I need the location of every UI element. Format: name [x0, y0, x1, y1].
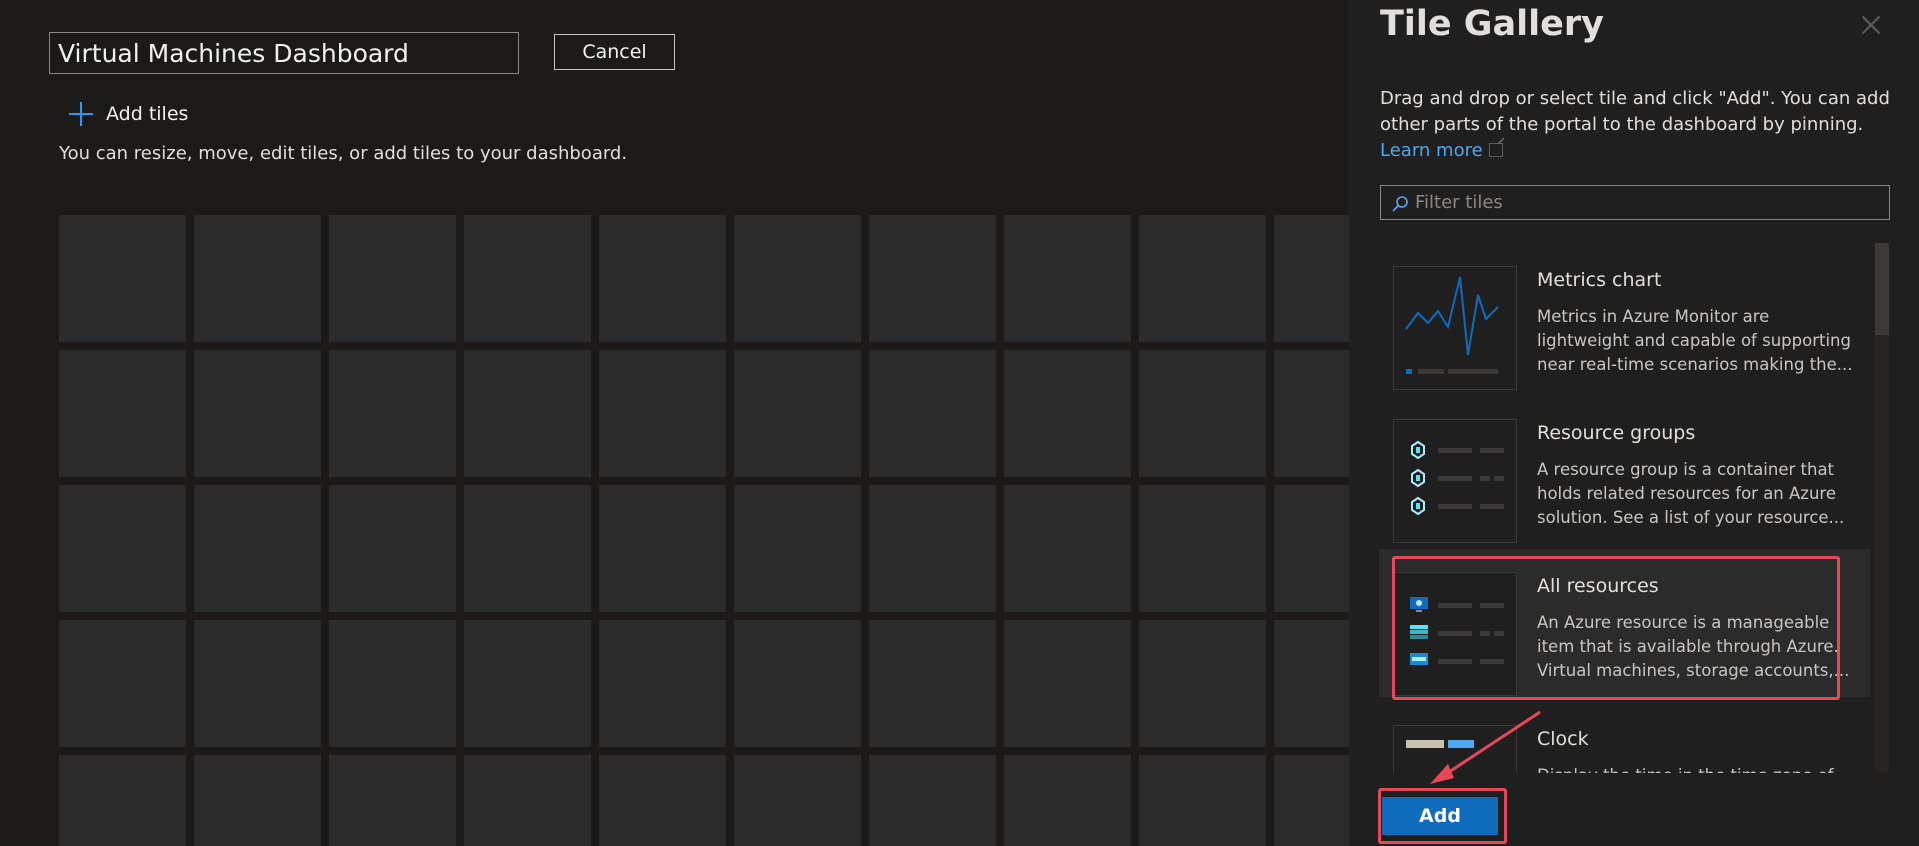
- tile-list-scrollbar[interactable]: [1875, 243, 1889, 773]
- grid-cell[interactable]: [599, 350, 726, 477]
- scrollbar-thumb[interactable]: [1875, 243, 1889, 335]
- grid-cell[interactable]: [869, 620, 996, 747]
- tile-description: Display the time in the time zone of...: [1537, 764, 1857, 773]
- grid-cell[interactable]: [1139, 755, 1266, 846]
- add-button[interactable]: Add: [1382, 797, 1498, 835]
- tile-resource-groups[interactable]: Resource groups A resource group is a co…: [1379, 396, 1870, 544]
- search-icon: [1392, 196, 1408, 212]
- grid-cell[interactable]: [329, 755, 456, 846]
- grid-cell[interactable]: [1274, 755, 1349, 846]
- grid-cell[interactable]: [599, 620, 726, 747]
- tile-name: Metrics chart: [1537, 269, 1662, 291]
- app-root: Cancel Add tiles You can resize, move, e…: [0, 0, 1919, 846]
- tile-metrics-chart[interactable]: Metrics chart Metrics in Azure Monitor a…: [1379, 243, 1870, 391]
- grid-cell[interactable]: [194, 755, 321, 846]
- add-tiles-button[interactable]: Add tiles: [68, 99, 188, 129]
- grid-cell[interactable]: [1274, 350, 1349, 477]
- filter-tiles-input[interactable]: [1415, 186, 1885, 219]
- resource-groups-thumbnail-icon: [1393, 419, 1517, 543]
- grid-cell[interactable]: [194, 620, 321, 747]
- grid-cell[interactable]: [1004, 350, 1131, 477]
- description-text: Drag and drop or select tile and click "…: [1380, 88, 1890, 135]
- grid-cell[interactable]: [59, 215, 186, 342]
- external-link-icon: [1488, 143, 1503, 157]
- grid-cell[interactable]: [194, 485, 321, 612]
- grid-cell[interactable]: [599, 755, 726, 846]
- grid-cell[interactable]: [464, 485, 591, 612]
- grid-cell[interactable]: [1274, 620, 1349, 747]
- grid-cell[interactable]: [869, 350, 996, 477]
- dashboard-title-input[interactable]: [49, 32, 519, 74]
- grid-cell[interactable]: [59, 350, 186, 477]
- grid-cell[interactable]: [734, 485, 861, 612]
- cancel-button[interactable]: Cancel: [554, 34, 675, 70]
- tile-name: Resource groups: [1537, 422, 1696, 444]
- tile-description: Metrics in Azure Monitor are lightweight…: [1537, 307, 1853, 374]
- close-icon[interactable]: [1856, 10, 1886, 40]
- grid-cell[interactable]: [464, 620, 591, 747]
- grid-cell[interactable]: [329, 350, 456, 477]
- learn-more-link[interactable]: Learn more: [1380, 140, 1483, 161]
- add-tiles-label: Add tiles: [106, 103, 189, 125]
- tile-all-resources[interactable]: All resources An Azure resource is a man…: [1379, 549, 1870, 697]
- tile-clock[interactable]: Clock Display the time in the time zone …: [1379, 702, 1870, 773]
- grid-cell[interactable]: [329, 215, 456, 342]
- tile-description: An Azure resource is a manageable item t…: [1537, 613, 1850, 680]
- grid-cell[interactable]: [1004, 485, 1131, 612]
- grid-cell[interactable]: [599, 485, 726, 612]
- panel-description: Drag and drop or select tile and click "…: [1380, 86, 1890, 164]
- grid-cell[interactable]: [1004, 215, 1131, 342]
- grid-cell[interactable]: [1004, 755, 1131, 846]
- grid-cell[interactable]: [329, 485, 456, 612]
- tile-name: Clock: [1537, 728, 1589, 750]
- grid-cell[interactable]: [464, 215, 591, 342]
- grid-cell[interactable]: [464, 755, 591, 846]
- grid-cell[interactable]: [1139, 485, 1266, 612]
- tile-name: All resources: [1537, 575, 1659, 597]
- grid-cell[interactable]: [734, 215, 861, 342]
- panel-title: Tile Gallery: [1380, 4, 1604, 44]
- grid-cell[interactable]: [194, 215, 321, 342]
- metrics-chart-thumbnail-icon: [1393, 266, 1517, 390]
- editor-hint: You can resize, move, edit tiles, or add…: [59, 143, 628, 164]
- clock-thumbnail-icon: [1393, 725, 1517, 773]
- grid-cell[interactable]: [59, 620, 186, 747]
- grid-cell[interactable]: [1139, 350, 1266, 477]
- grid-cell[interactable]: [1274, 215, 1349, 342]
- grid-cell[interactable]: [1139, 620, 1266, 747]
- grid-cell[interactable]: [869, 485, 996, 612]
- grid-cell[interactable]: [1274, 485, 1349, 612]
- grid-cell[interactable]: [464, 350, 591, 477]
- grid-cell[interactable]: [1004, 620, 1131, 747]
- dashboard-editor: Cancel Add tiles You can resize, move, e…: [0, 0, 1349, 846]
- grid-cell[interactable]: [59, 755, 186, 846]
- all-resources-thumbnail-icon: [1393, 572, 1517, 696]
- grid-cell[interactable]: [1139, 215, 1266, 342]
- grid-cell[interactable]: [734, 350, 861, 477]
- dashboard-grid[interactable]: [59, 215, 1349, 846]
- grid-cell[interactable]: [734, 755, 861, 846]
- tile-list[interactable]: Metrics chart Metrics in Azure Monitor a…: [1379, 243, 1870, 773]
- grid-cell[interactable]: [329, 620, 456, 747]
- grid-cell[interactable]: [869, 215, 996, 342]
- plus-icon: [68, 101, 94, 127]
- grid-cell[interactable]: [59, 485, 186, 612]
- grid-cell[interactable]: [194, 350, 321, 477]
- grid-cell[interactable]: [734, 620, 861, 747]
- tile-description: A resource group is a container that hol…: [1537, 460, 1845, 527]
- filter-tiles-field[interactable]: [1380, 185, 1890, 220]
- grid-cell[interactable]: [869, 755, 996, 846]
- grid-cell[interactable]: [599, 215, 726, 342]
